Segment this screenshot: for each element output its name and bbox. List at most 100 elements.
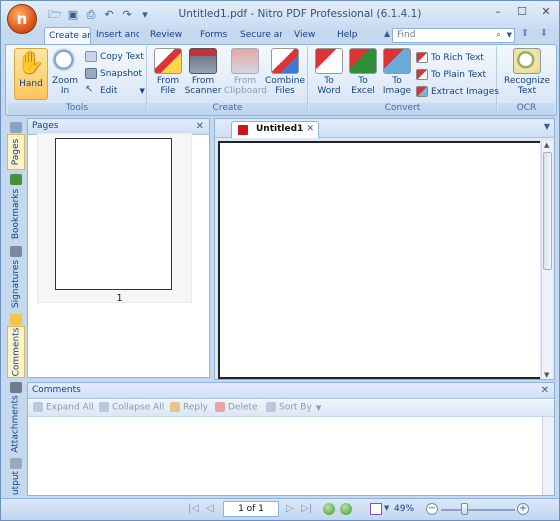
zoom-in-button[interactable]: Zoom In bbox=[50, 48, 80, 96]
edit-dropdown-icon[interactable]: ▼ bbox=[139, 87, 144, 95]
tab-secure-and-sign[interactable]: Secure and bbox=[236, 27, 282, 45]
page-thumbnail-number: 1 bbox=[116, 293, 123, 304]
sort-by-button[interactable]: Sort By ▼ bbox=[266, 402, 321, 413]
tab-review[interactable]: Review bbox=[146, 27, 186, 45]
document-tab-bar: Untitled1 ✕ ▼ bbox=[215, 119, 554, 138]
rich-text-icon bbox=[416, 52, 428, 63]
edit-button[interactable]: ↖ Edit ▼ bbox=[85, 84, 145, 99]
to-image-icon bbox=[383, 48, 411, 74]
to-rich-text-button[interactable]: To Rich Text bbox=[416, 51, 484, 66]
comments-panel-close-icon[interactable]: ✕ bbox=[541, 383, 549, 398]
tab-help[interactable]: Help bbox=[333, 27, 359, 45]
sort-by-icon bbox=[266, 402, 276, 412]
document-list-dropdown-icon[interactable]: ▼ bbox=[544, 122, 550, 131]
find-previous-icon[interactable]: ⬆ bbox=[518, 28, 532, 42]
window-title: Untitled1.pdf - Nitro PDF Professional (… bbox=[178, 8, 422, 20]
combine-files-icon bbox=[271, 48, 299, 74]
hand-button[interactable]: ✋ Hand bbox=[14, 48, 48, 100]
tab-create-and-convert[interactable]: Create and bbox=[44, 27, 91, 45]
side-tab-attachments[interactable]: Attachments bbox=[7, 394, 25, 454]
side-tab-comments[interactable]: Comments bbox=[7, 326, 25, 378]
to-image-button[interactable]: To Image bbox=[381, 48, 413, 96]
maximize-icon[interactable]: ☐ bbox=[511, 3, 533, 21]
pages-panel-close-icon[interactable]: ✕ bbox=[196, 119, 204, 134]
ribbon: ✋ Hand Zoom In Copy Text Snapshot ↖ Edit ▼… bbox=[5, 44, 557, 116]
delete-icon bbox=[215, 402, 225, 412]
tab-insert-and-delete[interactable]: Insert and bbox=[92, 27, 139, 45]
document-page-canvas[interactable] bbox=[218, 141, 540, 379]
document-tab-close-icon[interactable]: ✕ bbox=[306, 122, 314, 137]
scroll-thumb[interactable] bbox=[543, 152, 552, 270]
tab-view[interactable]: View bbox=[290, 27, 318, 45]
zoom-in-icon[interactable]: + bbox=[517, 503, 529, 515]
pages-panel-title: Pages bbox=[32, 121, 59, 131]
previous-page-icon[interactable]: ◁ bbox=[206, 503, 214, 514]
side-tab-pages[interactable]: Pages bbox=[7, 134, 25, 170]
application-menu-button[interactable]: n bbox=[7, 4, 37, 34]
to-excel-button[interactable]: To Excel bbox=[347, 48, 379, 96]
combine-files-button[interactable]: Combine Files bbox=[265, 48, 305, 96]
document-vertical-scrollbar[interactable]: ▲ ▼ bbox=[541, 141, 553, 379]
comments-vertical-scrollbar[interactable] bbox=[542, 417, 554, 495]
reply-button[interactable]: Reply bbox=[170, 402, 208, 413]
page-layout-dropdown-icon[interactable]: ▼ bbox=[384, 504, 389, 512]
tab-forms[interactable]: Forms bbox=[196, 27, 230, 45]
document-tab[interactable]: Untitled1 ✕ bbox=[231, 121, 319, 138]
find-input[interactable]: Find ⌕ ▼ bbox=[392, 28, 515, 43]
copy-text-icon bbox=[85, 51, 97, 62]
edit-label: Edit bbox=[100, 86, 118, 96]
scroll-down-icon[interactable]: ▼ bbox=[544, 371, 549, 379]
pages-panel: Pages ✕ 1 bbox=[27, 118, 210, 378]
copy-text-button[interactable]: Copy Text bbox=[85, 50, 144, 65]
go-back-icon[interactable] bbox=[323, 503, 335, 515]
from-clipboard-button[interactable]: From Clipboard bbox=[224, 48, 267, 96]
magnifier-icon bbox=[51, 48, 79, 74]
page-indicator: 1 of 1 bbox=[238, 504, 264, 514]
document-area: Untitled1 ✕ ▼ ▲ ▼ bbox=[214, 118, 555, 380]
from-scanner-button[interactable]: From Scanner bbox=[184, 48, 222, 96]
attachments-tab-icon bbox=[10, 382, 22, 393]
comments-tab-icon bbox=[10, 314, 22, 325]
delete-button[interactable]: Delete bbox=[215, 402, 258, 413]
close-icon[interactable]: ✕ bbox=[535, 3, 557, 21]
extract-images-button[interactable]: Extract Images bbox=[416, 85, 499, 100]
scroll-up-icon[interactable]: ▲ bbox=[544, 141, 549, 149]
zoom-out-icon[interactable]: − bbox=[426, 503, 438, 515]
expand-all-button[interactable]: Expand All bbox=[33, 402, 94, 413]
snapshot-label: Snapshot bbox=[100, 69, 143, 79]
plain-text-icon bbox=[416, 69, 428, 80]
page-thumbnail[interactable] bbox=[55, 138, 172, 290]
next-page-icon[interactable]: ▷ bbox=[286, 503, 294, 514]
go-forward-icon[interactable] bbox=[340, 503, 352, 515]
find-placeholder: Find bbox=[397, 30, 416, 40]
side-tab-output[interactable]: utput bbox=[7, 470, 25, 496]
recognize-text-button[interactable]: Recognize Text bbox=[502, 48, 552, 96]
side-tab-signatures[interactable]: Signatures bbox=[7, 258, 25, 310]
collapse-all-button[interactable]: Collapse All bbox=[99, 402, 164, 413]
last-page-icon[interactable]: ▷| bbox=[301, 503, 312, 514]
to-plain-text-button[interactable]: To Plain Text bbox=[416, 68, 486, 83]
minimize-icon[interactable]: – bbox=[487, 3, 509, 21]
snapshot-button[interactable]: Snapshot bbox=[85, 67, 142, 82]
minimize-ribbon-icon[interactable]: ▲ bbox=[384, 29, 390, 38]
comments-panel-title: Comments bbox=[32, 385, 81, 395]
find-dropdown-icon[interactable]: ▼ bbox=[507, 29, 512, 42]
output-tab-icon bbox=[10, 458, 22, 469]
search-icon[interactable]: ⌕ bbox=[496, 29, 501, 42]
page-layout-icon[interactable] bbox=[370, 503, 382, 515]
collapse-all-icon bbox=[99, 402, 109, 412]
to-word-button[interactable]: To Word bbox=[313, 48, 345, 96]
find-next-icon[interactable]: ⬇ bbox=[537, 28, 551, 42]
title-bar: n 🗁 ▣ ⎙ ↶ ↷ ▾ Untitled1.pdf - Nitro PDF … bbox=[1, 1, 559, 34]
zoom-slider-thumb[interactable] bbox=[461, 503, 468, 515]
zoom-level: 49% bbox=[394, 504, 415, 514]
from-file-button[interactable]: From File bbox=[150, 48, 186, 96]
comments-panel: Comments ✕ Expand All Collapse All Reply… bbox=[27, 382, 555, 496]
side-tab-bookmarks[interactable]: Bookmarks bbox=[7, 186, 25, 242]
side-tab-output-label: utput bbox=[11, 470, 21, 496]
zoom-slider-track[interactable] bbox=[441, 509, 515, 511]
first-page-icon[interactable]: |◁ bbox=[188, 503, 199, 514]
expand-all-label: Expand All bbox=[46, 402, 94, 413]
camera-icon bbox=[85, 68, 97, 79]
page-number-input[interactable]: 1 of 1 bbox=[223, 501, 279, 517]
